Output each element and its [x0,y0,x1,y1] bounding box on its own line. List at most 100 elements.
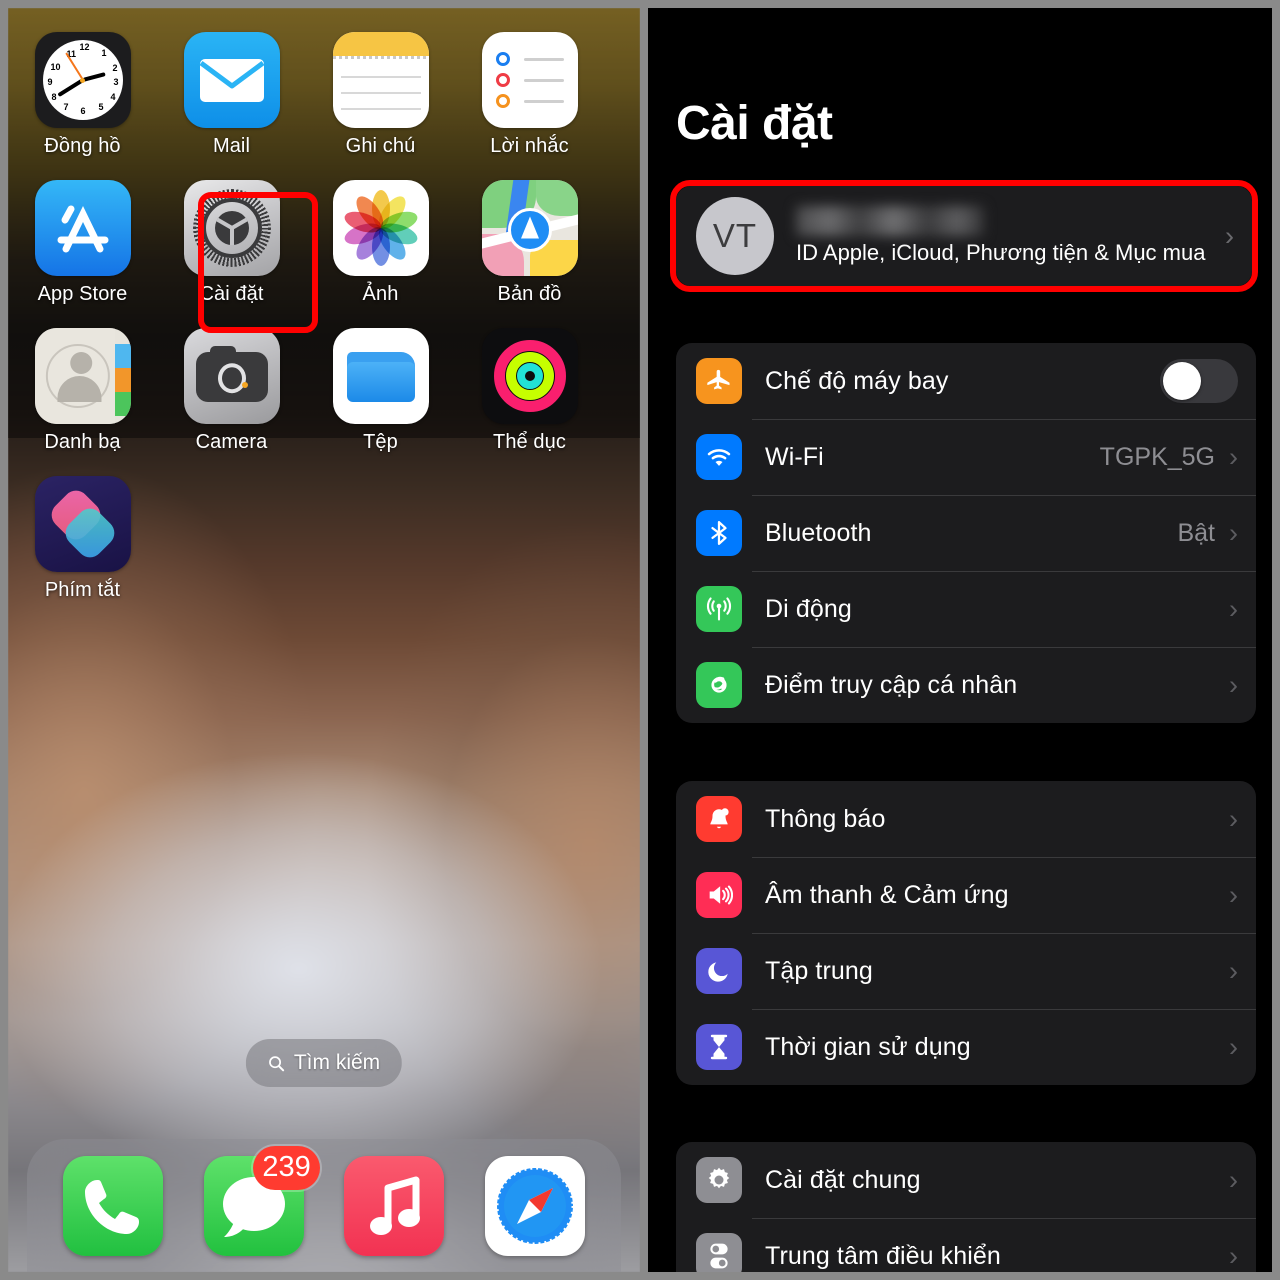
apple-id-row[interactable]: VT ID Apple, iCloud, Phương tiện & Mục m… [676,186,1252,286]
chevron-right-icon: › [1229,441,1238,472]
clock-num-9: 9 [47,77,53,87]
settings-row-general[interactable]: Cài đặt chung › [676,1142,1256,1218]
app-row: 12 1 2 3 4 5 6 7 8 9 10 11 Đồng hồ Mail … [8,32,640,158]
app-reminders[interactable]: Lời nhắc [455,32,604,158]
app-contacts[interactable]: Danh bạ [8,328,157,454]
app-mail[interactable]: Mail [157,32,306,158]
settings-row-label: Di động [765,594,852,623]
contacts-icon [34,328,131,424]
control-center-toggles-icon [696,1233,742,1272]
contacts-tab [114,392,131,416]
settings-row-personal-hotspot[interactable]: Điểm truy cập cá nhân › [676,647,1256,723]
reminder-line [523,58,564,61]
bluetooth-icon [696,510,742,556]
app-clock[interactable]: 12 1 2 3 4 5 6 7 8 9 10 11 Đồng hồ [8,32,157,158]
settings-row-focus[interactable]: Tập trung › [676,933,1256,1009]
settings-row-label: Wi-Fi [765,442,824,471]
app-files[interactable]: Tệp [306,328,455,454]
app-row: Phím tắt [8,476,640,602]
chevron-right-icon: › [1229,803,1238,834]
notes-line [340,76,421,78]
avatar: VT [696,197,774,275]
app-label: Thể dục [493,431,566,453]
settings-row-sounds-haptics[interactable]: Âm thanh & Cảm ứng › [676,857,1256,933]
clock-num-10: 10 [50,62,61,72]
dock-app-phone[interactable] [63,1155,164,1256]
settings-row-label: Điểm truy cập cá nhân [765,670,1018,699]
settings-row-control-center[interactable]: Trung tâm điều khiển › [676,1218,1256,1272]
map-navigation-arrow [520,216,539,239]
fitness-stand-ring [516,363,543,389]
cellular-antenna-icon [696,586,742,632]
settings-row-notifications[interactable]: Thông báo › [676,781,1256,857]
settings-row-cellular[interactable]: Di động › [676,571,1256,647]
app-settings[interactable]: Cài đặt [157,180,306,306]
page-title: Cài đặt [676,97,833,150]
app-label: Ảnh [362,283,399,305]
dock-app-safari[interactable] [484,1155,585,1256]
dock-app-music[interactable] [344,1155,445,1256]
app-maps[interactable]: Bản đồ [455,180,604,306]
settings-row-label: Tập trung [765,956,873,985]
app-notes[interactable]: Ghi chú [306,32,455,158]
app-fitness[interactable]: Thể dục [455,328,604,454]
app-label: Lời nhắc [490,135,569,157]
clock-icon: 12 1 2 3 4 5 6 7 8 9 10 11 [34,32,131,128]
settings-row-wifi[interactable]: Wi-Fi TGPK_5G › [676,419,1256,495]
app-photos[interactable]: Ảnh [306,180,455,306]
dock-app-messages[interactable]: 239 [203,1145,320,1256]
settings-row-screen-time[interactable]: Thời gian sử dụng › [676,1009,1256,1085]
app-label: Tệp [363,431,398,453]
notes-line [340,92,421,94]
airplane-mode-toggle[interactable] [1160,359,1238,403]
maps-icon [481,180,578,276]
wifi-network-value: TGPK_5G [1099,442,1215,471]
settings-row-label: Thông báo [765,804,886,833]
dock: 239 [27,1139,621,1272]
clock-num-5: 5 [98,102,104,112]
account-subtitle: ID Apple, iCloud, Phương tiện & Mục mua [796,239,1206,265]
gear-hub [214,211,249,245]
clock-num-8: 8 [51,92,57,102]
contacts-tab [114,368,131,392]
search-label: Tìm kiếm [293,1051,381,1074]
reminder-dot-blue [495,52,510,66]
app-camera[interactable]: Camera [157,328,306,454]
notes-header-strip [332,32,429,56]
clock-num-3: 3 [113,77,119,87]
app-store-icon [34,180,131,276]
chevron-right-icon: › [1229,955,1238,986]
settings-row-bluetooth[interactable]: Bluetooth Bật › [676,495,1256,571]
camera-icon [183,328,280,424]
settings-group-connectivity: Chế độ máy bay Wi-Fi TGPK_5G › Bluetooth… [676,343,1256,723]
clock-num-1: 1 [101,48,107,58]
gear-spoke [230,217,248,230]
app-app-store[interactable]: App Store [8,180,157,306]
app-shortcuts[interactable]: Phím tắt [8,476,157,602]
toggle-knob [1163,362,1201,400]
clock-num-2: 2 [112,63,118,73]
search-icon [269,1055,285,1071]
clock-hour-hand [81,72,106,82]
settings-row-airplane-mode[interactable]: Chế độ máy bay [676,343,1256,419]
settings-row-label: Chế độ máy bay [765,366,949,395]
settings-row-label: Thời gian sử dụng [765,1032,971,1061]
app-label: Ghi chú [345,135,416,157]
chevron-right-icon: › [1229,669,1238,700]
camera-lens [217,363,246,394]
app-row: Danh bạ Camera Tệp Thể dục [8,328,640,454]
app-label: Đồng hồ [44,135,121,157]
ios-settings-screen: Cài đặt VT ID Apple, iCloud, Phương tiện… [648,8,1272,1272]
iphone-home-screen: 12 1 2 3 4 5 6 7 8 9 10 11 Đồng hồ Mail … [8,8,640,1272]
notes-line [340,108,421,110]
contacts-avatar-head [69,352,92,374]
home-search-button[interactable]: Tìm kiếm [245,1039,403,1087]
chevron-right-icon: › [1229,1031,1238,1062]
clock-num-12: 12 [79,42,90,52]
app-label: Phím tắt [44,579,121,601]
hourglass-icon [696,1024,742,1070]
fitness-rings-icon [481,328,578,424]
app-label: Cài đặt [199,283,264,305]
reminder-line [523,79,564,82]
settings-gear-icon [183,180,280,276]
